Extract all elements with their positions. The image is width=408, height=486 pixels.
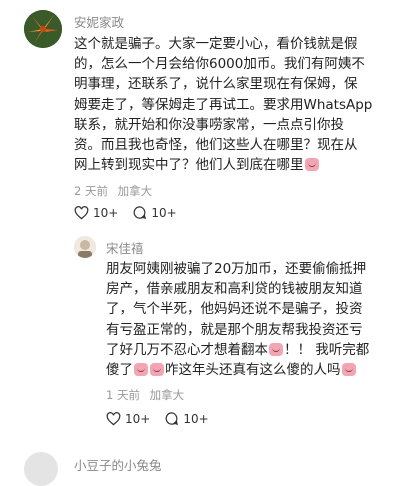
comment-line: 了好几万不忍心才想着翻本 ！！ 我听完都	[106, 340, 398, 360]
comment-actions: 10+ 10+	[74, 205, 191, 220]
reply-button[interactable]: 10+	[164, 411, 209, 426]
avatar-partial[interactable]	[24, 452, 58, 486]
like-count: 10+	[125, 411, 151, 426]
comment-line-text: 了好几万不忍心才想着翻本	[106, 341, 268, 358]
comment-line: 这个就是骗子。大家一定要小心，看价钱就是假	[74, 36, 358, 52]
comment-actions: 10+ 10+	[106, 411, 223, 426]
crying-face-emoji-icon	[134, 363, 148, 377]
reply-count: 10+	[183, 411, 209, 426]
comment-bubble-icon	[133, 206, 147, 220]
location-label: 加拿大	[117, 184, 153, 198]
commenter-name[interactable]: 小豆子的小兔兔	[74, 455, 162, 474]
comment-line: 网上转到现实中了？他们人到底在哪里	[74, 155, 394, 175]
heart-icon	[74, 205, 89, 219]
comment-line-text: 网上转到现实中了？他们人到底在哪里	[74, 157, 304, 174]
crying-face-emoji-icon	[269, 342, 283, 356]
like-count: 10+	[93, 205, 119, 220]
like-button[interactable]: 10+	[106, 412, 150, 426]
comment-line-text: ！！ 我听完都	[284, 341, 370, 358]
commenter-name[interactable]: 安妮家政	[74, 12, 124, 31]
comment-line-text: 傻了	[106, 362, 133, 379]
comment-bubble-icon	[165, 412, 179, 426]
avatar-flower[interactable]	[24, 10, 62, 48]
comment-time: 2 天前	[74, 184, 108, 198]
crying-face-emoji-icon	[150, 363, 164, 377]
crying-face-emoji-icon	[341, 363, 356, 377]
reply-count: 10+	[151, 205, 177, 220]
comment-line: 的，怎么一个月会给你6000加币。我们有阿姨不	[74, 56, 365, 73]
comment-text: 这个就是骗子。大家一定要小心，看价钱就是假 的，怎么一个月会给你6000加币。我…	[74, 34, 394, 175]
comment-line: 联系，就开始和你没事唠家常，一点点引你投	[74, 116, 344, 133]
comment-line: 资。而且我也奇怪，他们这些人在哪里？现在从	[74, 137, 358, 154]
comment-line: 姆要走了，等保姆走了再试工。要求用WhatsApp	[74, 96, 373, 113]
comment-line: 了，气个半死，他妈妈还说不是骗子，投资	[106, 301, 363, 318]
location-label: 加拿大	[149, 388, 185, 402]
comment-time: 1 天前	[106, 388, 140, 402]
comment-text: 朋友阿姨刚被骗了20万加币，还要偷偷抵押 房产，借亲戚朋友和高利贷的钱被朋友知道…	[106, 259, 398, 380]
like-button[interactable]: 10+	[74, 206, 118, 220]
avatar-user[interactable]	[74, 236, 96, 258]
commenter-name[interactable]: 宋佳禧	[106, 238, 144, 257]
comment-line-text: 咋这年头还真有这么傻的人吗	[165, 362, 341, 379]
reply-button[interactable]: 10+	[132, 205, 177, 220]
user-photo-icon	[74, 236, 96, 258]
comment-line: 明事理，还联系了，说什么家里现在有保姆，保	[74, 76, 358, 93]
comment-line: 有亏盈正常的，就是那个朋友帮我投资还亏	[106, 321, 363, 338]
comment-line: 傻了 咋这年头还真有这么傻的人吗	[106, 360, 398, 380]
comment-line: 朋友阿姨刚被骗了20万加币，还要偷偷抵押	[106, 261, 367, 277]
comment-line: 房产，借亲戚朋友和高利贷的钱被朋友知道	[106, 281, 363, 298]
comment-meta: 2 天前 加拿大	[74, 183, 152, 199]
comment-meta: 1 天前 加拿大	[106, 387, 184, 403]
flower-image-icon	[24, 10, 62, 48]
crying-face-emoji-icon	[304, 158, 319, 172]
heart-icon	[106, 411, 121, 425]
